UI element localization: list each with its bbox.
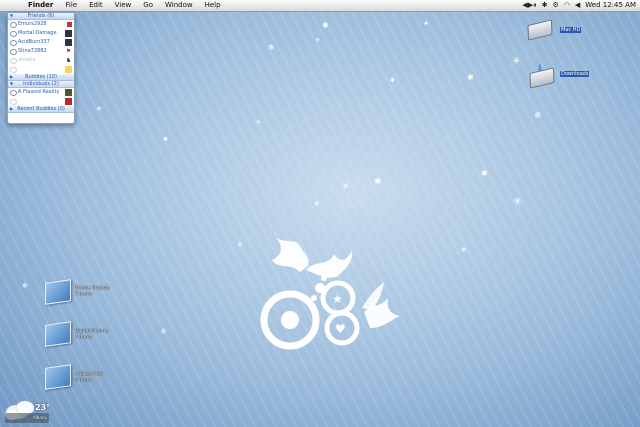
desktop-folder[interactable] — [45, 279, 71, 305]
snowflake-icon: ❄ — [461, 246, 467, 254]
buddy-row[interactable]: Mortal Damage — [8, 29, 74, 38]
holly-ornament-graphic: ★ ♥ — [260, 238, 400, 350]
desktop-folder[interactable] — [45, 321, 71, 347]
snowflake-icon: ✱ — [390, 77, 396, 84]
volume-icon[interactable]: ◀ — [575, 0, 580, 11]
buddy-row[interactable]: A Flaxoid Reality — [8, 88, 74, 97]
weather-city: Albany — [33, 415, 47, 420]
snowflake-icon: ✳ — [315, 37, 321, 44]
wifi-icon[interactable]: ◠ — [564, 0, 570, 11]
chat-bubble-icon — [10, 40, 17, 46]
snowflake-icon: ✳ — [237, 241, 243, 249]
bluetooth-icon[interactable]: ✱ — [542, 0, 548, 11]
snowflake-icon: ✳ — [512, 56, 521, 67]
snowflake-icon: ✱ — [163, 136, 169, 143]
buddy-icon — [65, 89, 72, 96]
desktop-folder[interactable] — [45, 364, 71, 390]
buddy-row[interactable]: AcidBurn337 — [8, 38, 74, 47]
media-controls-icon[interactable]: ◀▶⏸ — [522, 0, 536, 11]
group-header-recent[interactable]: ▶ Recent Buddies (0) — [8, 106, 74, 113]
snowflake-icon: ❄ — [314, 200, 320, 208]
folder-label[interactable]: Theme Projects 7 items — [75, 286, 110, 298]
buddy-row[interactable] — [8, 97, 74, 106]
disclosure-right-icon[interactable]: ▶ — [10, 106, 13, 112]
menu-edit[interactable]: Edit — [83, 0, 109, 11]
menu-help[interactable]: Help — [199, 0, 227, 11]
chat-bubble-icon — [10, 58, 17, 64]
snowflake-icon: ✱ — [467, 73, 474, 82]
chat-bubble-icon — [10, 99, 17, 105]
snowflake-icon: ✳ — [96, 105, 102, 113]
chat-bubble-icon — [10, 67, 17, 73]
snowflake-icon: ✳ — [256, 119, 262, 126]
buddy-icon: ⚑ — [65, 48, 72, 55]
snowflake-icon: ❄ — [22, 282, 28, 290]
menu-bar: Finder File Edit View Go Window Help ◀▶⏸… — [0, 0, 640, 12]
disclosure-down-icon[interactable]: ▼ — [10, 13, 13, 19]
buddy-row[interactable]: Stina72882 ⚑ — [8, 47, 74, 56]
menu-go[interactable]: Go — [137, 0, 159, 11]
buddy-icon — [65, 39, 72, 46]
snowflake-icon: ✳ — [342, 182, 350, 192]
drive-label[interactable]: Downloads — [560, 71, 590, 77]
chat-bubble-icon — [10, 22, 17, 28]
snowflake-icon: ✳ — [160, 327, 167, 336]
buddy-row[interactable] — [8, 65, 74, 74]
buddy-icon: ♞ — [65, 57, 72, 64]
download-arrow-icon: ⬇ — [536, 64, 544, 74]
folder-label[interactable]: Digital Pictures 4 items — [75, 329, 109, 341]
weather-temperature: 23° — [35, 403, 51, 412]
desktop-drive-mac-hd[interactable] — [527, 19, 553, 41]
buddy-row[interactable]: ahlatta ♞ — [8, 56, 74, 65]
hard-drive-icon — [527, 19, 553, 41]
menu-view[interactable]: View — [109, 0, 138, 11]
menu-clock[interactable]: Wed 12:45 AM — [585, 0, 636, 11]
group-header-friends[interactable]: ▼ Friends (6) — [8, 13, 74, 20]
buddy-icon — [65, 66, 72, 73]
snowflake-icon: ✱ — [424, 21, 429, 27]
menu-finder[interactable]: Finder — [22, 0, 59, 11]
svg-text:★: ★ — [332, 292, 343, 306]
chat-bubble-icon — [10, 49, 17, 55]
snowflake-icon: ✱ — [322, 21, 329, 30]
snowflake-icon: ✳ — [513, 195, 523, 208]
buddy-row[interactable]: Emurs2928 — [8, 20, 74, 29]
group-header-individuals[interactable]: ▼ Individuals (2) — [8, 81, 74, 88]
drive-label[interactable]: Mac HD — [560, 27, 582, 33]
buddy-icon — [67, 22, 72, 27]
chat-bubble-icon — [10, 31, 17, 37]
gear-icon[interactable]: ⚙ — [553, 0, 559, 11]
disclosure-right-icon[interactable]: ▶ — [10, 74, 13, 80]
folder-label[interactable]: A Class Work 6 items — [75, 372, 104, 384]
snowflake-icon: ❄ — [534, 111, 542, 121]
buddy-list-window: ▼ Friends (6) Emurs2928 Mortal Damage Ac… — [7, 12, 75, 124]
menu-file[interactable]: File — [59, 0, 83, 11]
desktop-drive-downloads[interactable]: ⬇ — [529, 64, 555, 89]
group-header-buddies[interactable]: ▶ Buddies (10) — [8, 74, 74, 81]
buddy-icon — [65, 98, 72, 105]
svg-text:♥: ♥ — [335, 322, 346, 336]
menu-window[interactable]: Window — [159, 0, 199, 11]
chat-bubble-icon — [10, 90, 17, 96]
snowflake-icon: ✱ — [481, 169, 488, 178]
snowflake-icon: ❄ — [268, 43, 275, 52]
disclosure-down-icon[interactable]: ▼ — [10, 81, 13, 87]
snowflake-icon: ✱ — [374, 177, 382, 187]
buddy-icon — [65, 30, 72, 37]
